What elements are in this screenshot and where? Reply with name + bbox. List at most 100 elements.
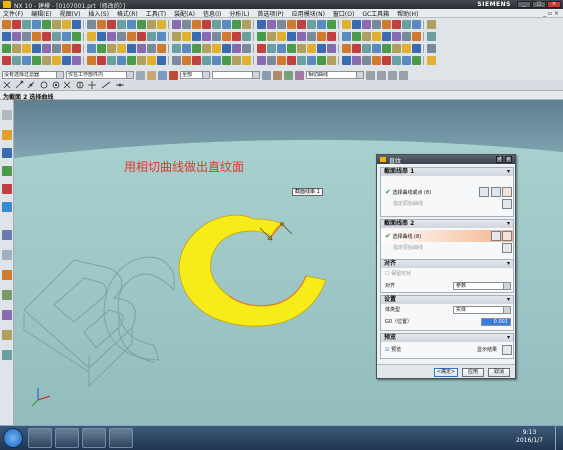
toolbar-tool-icon[interactable] xyxy=(392,56,401,65)
toolbar-tool-icon[interactable] xyxy=(287,20,296,29)
toolbar-tool-icon[interactable] xyxy=(317,20,326,29)
menu-edit[interactable]: 编辑(E) xyxy=(31,9,51,18)
toolbar-tool-icon[interactable] xyxy=(172,20,181,29)
toolbar-tool-icon[interactable] xyxy=(42,20,51,29)
snap-icons[interactable] xyxy=(0,80,160,91)
toolbar-tool-icon[interactable] xyxy=(352,44,361,53)
toolbar-tool-icon[interactable] xyxy=(32,56,41,65)
toolbar-tool-icon[interactable] xyxy=(87,32,96,41)
menu-gc-toolbox[interactable]: GC工具箱 xyxy=(362,9,389,18)
start-button[interactable] xyxy=(3,428,23,448)
toolbar-tool-icon[interactable] xyxy=(212,32,221,41)
menu-window-controls[interactable]: _ ▫ × xyxy=(543,10,559,17)
toolbar-tool-icon[interactable] xyxy=(127,20,136,29)
toolbar-tool-icon[interactable] xyxy=(192,56,201,65)
toolbar-tool-icon[interactable] xyxy=(137,56,146,65)
menu-file[interactable]: 文件(F) xyxy=(3,9,23,18)
toolbar-tool-icon[interactable] xyxy=(277,20,286,29)
toolbar-tool-icon[interactable] xyxy=(22,56,31,65)
section-string-1-header[interactable]: 截面线串 1 xyxy=(381,168,513,176)
secondary-filter-select[interactable] xyxy=(212,70,260,79)
settings-icon[interactable] xyxy=(2,110,12,120)
menu-info[interactable]: 信息(I) xyxy=(203,9,221,18)
toolbar-tool-icon[interactable] xyxy=(2,44,11,53)
toolbar-tool-icon[interactable] xyxy=(32,32,41,41)
toolbar-tool-icon[interactable] xyxy=(317,44,326,53)
toolbar-tool-icon[interactable] xyxy=(202,20,211,29)
toolbar-tool-icon[interactable] xyxy=(342,32,351,41)
toolbar-tool-icon[interactable] xyxy=(277,32,286,41)
cancel-button[interactable]: 取消 xyxy=(488,368,510,377)
menu-help[interactable]: 帮助(H) xyxy=(397,9,418,18)
toolbar-tool-icon[interactable] xyxy=(107,32,116,41)
toolbar-tool-icon[interactable] xyxy=(22,32,31,41)
toolbar-tool-icon[interactable] xyxy=(97,56,106,65)
preserve-shape-checkbox[interactable]: ☐ xyxy=(385,271,389,277)
toolbar-tool-icon[interactable] xyxy=(297,44,306,53)
reverse-direction-icon[interactable] xyxy=(491,231,501,241)
toolbar-tool-icon[interactable] xyxy=(42,56,51,65)
part-navigator-icon[interactable] xyxy=(2,166,12,176)
system-materials-icon[interactable] xyxy=(2,250,12,260)
toolbar-tool-icon[interactable] xyxy=(317,32,326,41)
g0-input[interactable]: 0.001 xyxy=(481,318,511,326)
toolbar-tool-icon[interactable] xyxy=(22,44,31,53)
toolbar-tool-icon[interactable] xyxy=(362,56,371,65)
toolbar-tool-icon[interactable] xyxy=(412,20,421,29)
chain-icon[interactable] xyxy=(295,70,304,80)
toolbar-tool-icon[interactable] xyxy=(212,56,221,65)
toolbar-tool-icon[interactable] xyxy=(2,32,11,41)
curve-rule-icon[interactable] xyxy=(262,70,271,80)
origin-curve-icon[interactable] xyxy=(502,243,512,253)
taskbar-app-explorer[interactable] xyxy=(55,428,79,448)
menu-tools[interactable]: 工具(T) xyxy=(146,9,166,18)
close-button[interactable]: × xyxy=(547,1,561,8)
toolbar-tool-icon[interactable] xyxy=(147,32,156,41)
toolbar-tool-icon[interactable] xyxy=(52,56,61,65)
alignment-header[interactable]: 对齐 xyxy=(381,260,513,268)
section-string-2-header[interactable]: 截面线串 2 xyxy=(381,220,513,228)
toolbar-tool-icon[interactable] xyxy=(297,32,306,41)
toolbar-tool-icon[interactable] xyxy=(402,44,411,53)
toolbar-tool-icon[interactable] xyxy=(222,20,231,29)
toolbar-tool-icon[interactable] xyxy=(42,44,51,53)
menu-format[interactable]: 格式(R) xyxy=(117,9,138,18)
toolbar-tool-icon[interactable] xyxy=(327,20,336,29)
toolbar-tool-icon[interactable] xyxy=(297,56,306,65)
toolbar-tool-icon[interactable] xyxy=(72,44,81,53)
toolbar-tool-icon[interactable] xyxy=(127,56,136,65)
toolbar-tool-icon[interactable] xyxy=(327,56,336,65)
show-desktop-button[interactable] xyxy=(555,426,563,450)
taskbar-app-settings[interactable] xyxy=(109,428,133,448)
toolbar-tool-icon[interactable] xyxy=(12,56,21,65)
toolbar-tool-icon[interactable] xyxy=(277,56,286,65)
toolbar-tool-icon[interactable] xyxy=(202,32,211,41)
toolbar-tool-icon[interactable] xyxy=(267,44,276,53)
scope-filter-select[interactable]: 仅在工作部件内 xyxy=(66,70,134,79)
preview-header[interactable]: 预览 xyxy=(381,334,513,342)
toolbar-tool-icon[interactable] xyxy=(172,32,181,41)
toolbar-tool-icon[interactable] xyxy=(147,44,156,53)
toolbar-tool-icon[interactable] xyxy=(267,56,276,65)
reverse-direction-icon[interactable] xyxy=(479,187,489,197)
toolbar-tool-icon[interactable] xyxy=(12,32,21,41)
toolbar-tool-icon[interactable] xyxy=(362,20,371,29)
toolbar-tool-icon[interactable] xyxy=(52,20,61,29)
toolbar-tool-icon[interactable] xyxy=(232,56,241,65)
toolbar-tool-icon[interactable] xyxy=(427,32,436,41)
toolbar-tool-icon[interactable] xyxy=(62,44,71,53)
toolbar-tool-icon[interactable] xyxy=(62,20,71,29)
toolbar-tool-icon[interactable] xyxy=(157,32,166,41)
show-result-icon[interactable] xyxy=(502,345,512,355)
toolbar-tool-icon[interactable] xyxy=(107,56,116,65)
history-icon[interactable] xyxy=(2,230,12,240)
filter-icon[interactable] xyxy=(136,70,145,80)
section-1-origin-row[interactable]: 指定原始曲线 xyxy=(381,198,513,210)
taskbar-app-browser[interactable] xyxy=(28,428,52,448)
toolbar-tool-icon[interactable] xyxy=(277,44,286,53)
toolbar-tool-icon[interactable] xyxy=(172,44,181,53)
toolbar-tool-icon[interactable] xyxy=(192,20,201,29)
toolbar-tool-icon[interactable] xyxy=(257,56,266,65)
toolbar-tool-icon[interactable] xyxy=(232,32,241,41)
toolbar-tool-icon[interactable] xyxy=(372,44,381,53)
